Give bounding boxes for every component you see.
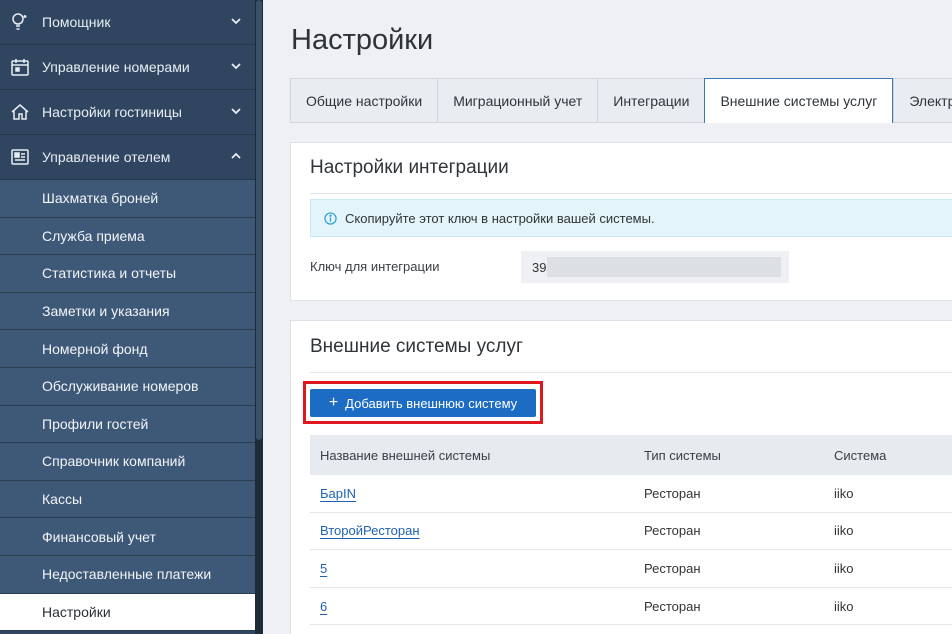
menu-item-label: Настройки гостиницы xyxy=(42,104,182,120)
sidebar-item-guest-profiles[interactable]: Профили гостей xyxy=(0,405,255,444)
menu-item-hotel-management[interactable]: Управление отелем xyxy=(0,135,255,180)
integration-key-field[interactable]: 39 xyxy=(521,251,789,283)
integration-settings-card: Настройки интеграции Скопируйте этот клю… xyxy=(290,142,952,301)
chevron-down-icon xyxy=(231,18,241,25)
sidebar-item-settings[interactable]: Настройки xyxy=(0,593,255,632)
info-text: Скопируйте этот ключ в настройки вашей с… xyxy=(345,210,655,226)
column-header-system[interactable]: Система xyxy=(824,448,952,463)
menu-item-assistant[interactable]: Помощник xyxy=(0,0,255,45)
plus-icon: + xyxy=(328,394,339,411)
external-systems-table: Название внешней системы Тип системы Сис… xyxy=(310,435,952,626)
menu-item-label: Помощник xyxy=(42,14,111,30)
table-row: 6 Ресторан iiko xyxy=(310,588,952,626)
integration-key-label: Ключ для интеграции xyxy=(310,259,440,274)
info-alert: Скопируйте этот ключ в настройки вашей с… xyxy=(310,199,952,237)
tab-integrations[interactable]: Интеграции xyxy=(597,78,705,122)
sidebar-item-statistics[interactable]: Статистика и отчеты xyxy=(0,255,255,293)
system-cell: iiko xyxy=(834,560,854,576)
integration-settings-title: Настройки интеграции xyxy=(310,157,509,178)
system-cell: iiko xyxy=(834,523,854,539)
system-type-cell: Ресторан xyxy=(644,485,701,501)
menu-item-label: Управление номерами xyxy=(42,59,190,75)
sidebar-item-undelivered-payments[interactable]: Недоставленные платежи xyxy=(0,555,255,594)
sidebar-item-room-stock[interactable]: Номерной фонд xyxy=(0,330,255,368)
table-header: Название внешней системы Тип системы Сис… xyxy=(310,435,952,475)
sidebar: Помощник Управление номерами Настройки г… xyxy=(0,0,255,634)
info-icon xyxy=(324,211,337,225)
system-type-cell: Ресторан xyxy=(644,523,701,539)
external-systems-title: Внешние системы услуг xyxy=(310,336,523,357)
chevron-up-icon xyxy=(231,152,241,159)
calendar-icon xyxy=(10,57,30,77)
redaction-mask xyxy=(547,257,781,277)
dashboard-icon xyxy=(10,147,30,167)
table-row: 5 Ресторан iiko xyxy=(310,550,952,588)
chevron-down-icon xyxy=(231,63,241,70)
add-external-system-button[interactable]: + Добавить внешнюю систему xyxy=(310,389,536,417)
system-name-link[interactable]: 5 xyxy=(320,561,327,576)
system-type-cell: Ресторан xyxy=(644,560,701,576)
tab-electronic[interactable]: Электро xyxy=(893,78,952,122)
sidebar-item-finance[interactable]: Финансовый учет xyxy=(0,518,255,556)
table-row: БарIN Ресторан iiko xyxy=(310,475,952,513)
menu-item-rooms[interactable]: Управление номерами xyxy=(0,45,255,90)
tab-general[interactable]: Общие настройки xyxy=(290,78,438,122)
sidebar-item-housekeeping[interactable]: Обслуживание номеров xyxy=(0,367,255,406)
sidebar-item-booking-chart[interactable]: Шахматка броней xyxy=(0,180,255,218)
settings-tabs: Общие настройки Миграционный учет Интегр… xyxy=(290,78,952,123)
integration-key-value: 39 xyxy=(532,259,547,275)
system-cell: iiko xyxy=(834,598,854,614)
system-type-cell: Ресторан xyxy=(644,598,701,614)
sidebar-item-cash-desks[interactable]: Кассы xyxy=(0,480,255,519)
sidebar-item-companies[interactable]: Справочник компаний xyxy=(0,443,255,481)
system-name-link[interactable]: ВторойРесторан xyxy=(320,523,420,538)
sidebar-scrollbar-thumb[interactable] xyxy=(256,0,262,440)
table-row: ВторойРесторан Ресторан iiko xyxy=(310,513,952,551)
column-header-name[interactable]: Название внешней системы xyxy=(310,448,634,463)
external-systems-card: Внешние системы услуг + Добавить внешнюю… xyxy=(290,320,952,634)
divider xyxy=(310,372,952,373)
tab-migration[interactable]: Миграционный учет xyxy=(437,78,598,122)
system-name-link[interactable]: БарIN xyxy=(320,486,356,501)
lightbulb-icon xyxy=(10,12,30,32)
sidebar-item-front-desk[interactable]: Служба приема xyxy=(0,217,255,256)
column-header-type[interactable]: Тип системы xyxy=(634,448,824,463)
chevron-down-icon xyxy=(231,108,241,115)
divider xyxy=(310,193,952,194)
system-cell: iiko xyxy=(834,485,854,501)
menu-item-hotel-settings[interactable]: Настройки гостиницы xyxy=(0,90,255,135)
main-content: Настройки Общие настройки Миграционный у… xyxy=(263,0,952,634)
tab-external-systems[interactable]: Внешние системы услуг xyxy=(704,78,894,123)
add-button-label: Добавить внешнюю систему xyxy=(345,395,518,411)
page-title: Настройки xyxy=(291,24,434,56)
sidebar-item-notes[interactable]: Заметки и указания xyxy=(0,292,255,331)
menu-item-label: Управление отелем xyxy=(42,149,171,165)
system-name-link[interactable]: 6 xyxy=(320,599,327,614)
house-icon xyxy=(10,102,30,122)
